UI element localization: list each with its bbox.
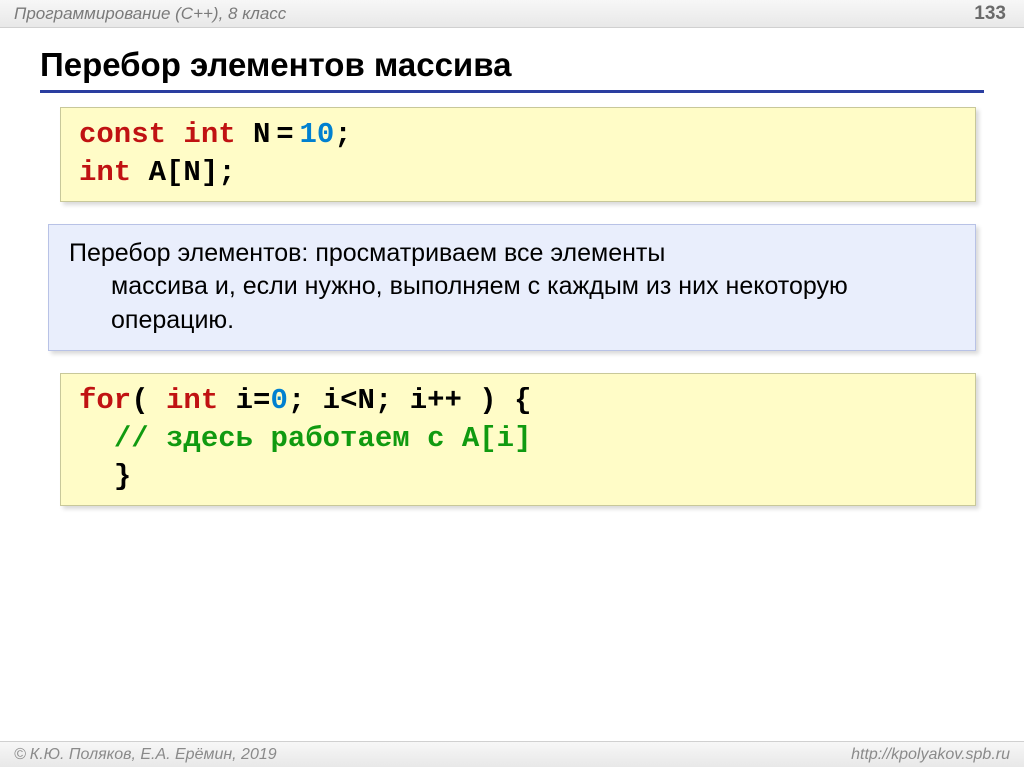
code-keyword: int — [79, 156, 131, 189]
header-bar: Программирование (C++), 8 класс 133 — [0, 0, 1024, 28]
footer-copyright: © К.Ю. Поляков, Е.А. Ерёмин, 2019 — [14, 746, 277, 764]
definition-box: Перебор элементов: просматриваем все эле… — [48, 224, 976, 351]
code-keyword: int — [183, 118, 235, 151]
definition-body: массива и, если нужно, выполняем с кажды… — [69, 270, 955, 338]
code-number: 0 — [270, 384, 287, 417]
code-indent — [79, 460, 114, 493]
code-keyword: const — [79, 118, 166, 151]
code-number: 10 — [299, 118, 334, 151]
code-punc: ; i<N; i++ ) { — [288, 384, 532, 417]
definition-term: Перебор элементов — [69, 239, 301, 267]
footer-authors: К.Ю. Поляков, Е.А. Ерёмин, 2019 — [30, 746, 277, 764]
code-punc: ( — [131, 384, 166, 417]
definition-colon: : — [301, 239, 315, 267]
page-number: 133 — [974, 3, 1006, 25]
code-keyword: for — [79, 384, 131, 417]
header-subject: Программирование (C++), 8 класс — [14, 4, 286, 24]
code-comment: // здесь работаем с A[i] — [114, 422, 532, 455]
footer-bar: © К.Ю. Поляков, Е.А. Ерёмин, 2019 http:/… — [0, 741, 1024, 767]
footer-url: http://kpolyakov.spb.ru — [851, 746, 1010, 764]
code-keyword: int — [166, 384, 218, 417]
code-punc: } — [114, 460, 131, 493]
code-punc: ; — [334, 118, 351, 151]
code-var: A[N]; — [131, 156, 235, 189]
code-indent — [79, 422, 114, 455]
slide-title: Перебор элементов массива — [40, 46, 984, 93]
definition-body-start: просматриваем все элементы — [315, 239, 665, 267]
code-punc: = — [270, 118, 299, 151]
copyright-icon: © — [14, 746, 26, 764]
code-punc: i= — [218, 384, 270, 417]
code-block-declaration: const int N = 10; int A[N]; — [60, 107, 976, 202]
code-var: N — [236, 118, 271, 151]
code-block-loop: for( int i=0; i<N; i++ ) { // здесь рабо… — [60, 373, 976, 506]
slide-content: Перебор элементов массива const int N = … — [0, 28, 1024, 506]
